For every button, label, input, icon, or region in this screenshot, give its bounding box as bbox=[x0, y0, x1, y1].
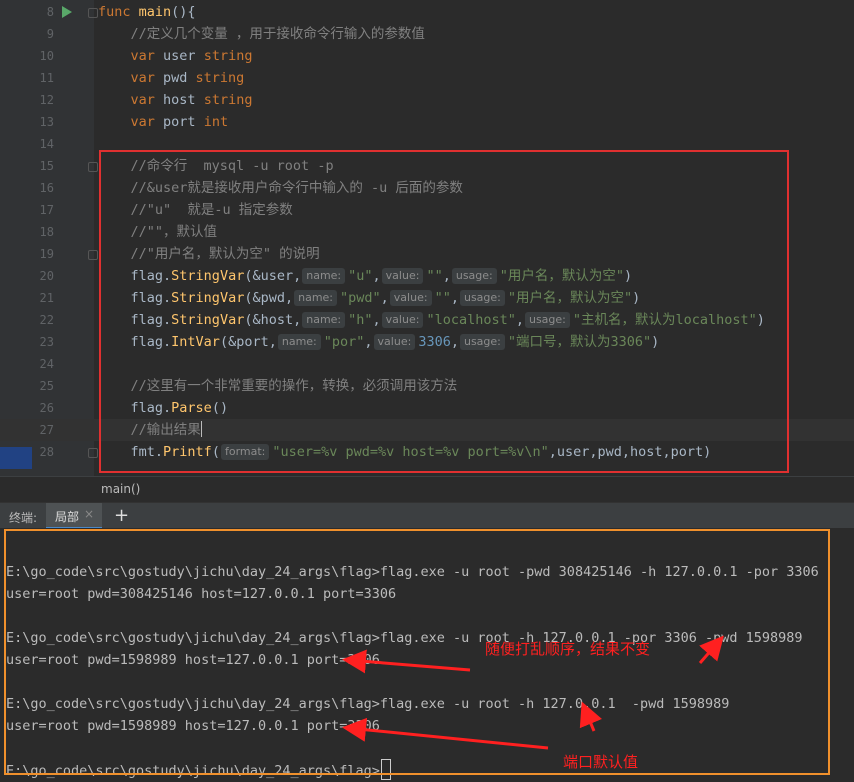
breadcrumb-bar: main() bbox=[0, 476, 854, 503]
highlight-box-red bbox=[99, 150, 789, 473]
code-line[interactable]: 9 //定义几个变量 ，用于接收命令行输入的参数值 bbox=[0, 23, 854, 45]
code-text: //定义几个变量 ，用于接收命令行输入的参数值 bbox=[130, 26, 425, 42]
fold-icon[interactable] bbox=[88, 448, 98, 458]
line-number: 20 bbox=[39, 269, 54, 283]
line-number: 27 bbox=[39, 423, 54, 437]
code-text: var pwd string bbox=[130, 70, 245, 86]
line-number: 18 bbox=[39, 225, 54, 239]
line-number: 19 bbox=[39, 247, 54, 261]
line-number: 15 bbox=[39, 159, 54, 173]
line-number: 24 bbox=[39, 357, 54, 371]
line-number: 17 bbox=[39, 203, 54, 217]
terminal-header: 终端: 局部 × + bbox=[0, 502, 854, 529]
code-editor[interactable]: 8 func main(){9 //定义几个变量 ，用于接收命令行输入的参数值 10… bbox=[0, 0, 854, 476]
line-number: 9 bbox=[46, 27, 54, 41]
line-number: 22 bbox=[39, 313, 54, 327]
line-number: 11 bbox=[39, 71, 54, 85]
code-text: var user string bbox=[130, 48, 253, 64]
code-line[interactable]: 10 var user string bbox=[0, 45, 854, 67]
run-icon[interactable] bbox=[62, 6, 72, 18]
line-number: 13 bbox=[39, 115, 54, 129]
line-number: 16 bbox=[39, 181, 54, 195]
line-number: 25 bbox=[39, 379, 54, 393]
code-text: var host string bbox=[130, 92, 253, 108]
terminal-title: 终端: bbox=[9, 511, 38, 525]
fold-icon[interactable] bbox=[88, 162, 98, 172]
line-number: 28 bbox=[39, 445, 54, 459]
code-line[interactable]: 8 func main(){ bbox=[0, 1, 854, 23]
code-text: func main(){ bbox=[98, 4, 196, 20]
line-number: 21 bbox=[39, 291, 54, 305]
code-line[interactable]: 11 var pwd string bbox=[0, 67, 854, 89]
line-number: 23 bbox=[39, 335, 54, 349]
line-number: 14 bbox=[39, 137, 54, 151]
line-number: 12 bbox=[39, 93, 54, 107]
tab-local-label: 局部 bbox=[55, 510, 80, 524]
highlight-box-orange bbox=[4, 529, 830, 775]
line-number: 26 bbox=[39, 401, 54, 415]
fold-icon[interactable] bbox=[88, 250, 98, 260]
annotation-shuffle-note: 随便打乱顺序，结果不变 bbox=[485, 640, 651, 658]
code-line[interactable]: 13 var port int bbox=[0, 111, 854, 133]
breadcrumb[interactable]: main() bbox=[101, 482, 140, 496]
fold-icon[interactable] bbox=[88, 8, 98, 18]
annotation-default-port-note: 端口默认值 bbox=[563, 753, 639, 771]
add-tab-icon[interactable]: + bbox=[114, 505, 129, 526]
code-line[interactable]: 12 var host string bbox=[0, 89, 854, 111]
close-icon[interactable]: × bbox=[84, 507, 94, 521]
tab-local[interactable]: 局部 × bbox=[46, 503, 102, 529]
code-text: var port int bbox=[130, 114, 229, 130]
line-number: 10 bbox=[39, 49, 54, 63]
line-number: 8 bbox=[46, 5, 54, 19]
